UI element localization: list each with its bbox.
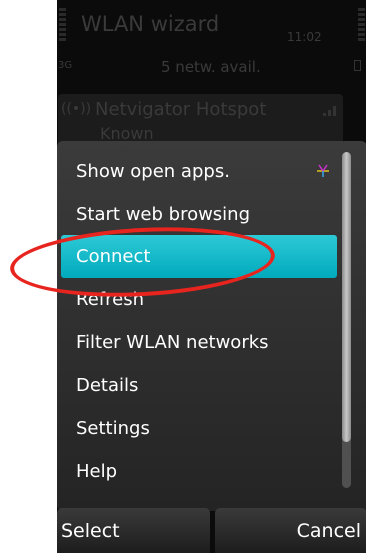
- wifi-antenna-icon: ((•)): [61, 101, 92, 117]
- battery-level-indicator: [358, 8, 365, 43]
- menu-item-show-open-apps[interactable]: Show open apps.: [61, 150, 337, 193]
- menu-item-label: Start web browsing: [76, 204, 251, 225]
- signal-strength-indicator: [59, 8, 66, 43]
- network-type-label: 3G: [58, 60, 73, 71]
- open-apps-icon: [317, 164, 329, 177]
- options-menu: Show open apps. Start web browsing Conne…: [57, 141, 366, 511]
- menu-scrollbar-thumb[interactable]: [342, 152, 351, 442]
- menu-item-details[interactable]: Details: [61, 364, 337, 407]
- menu-item-settings[interactable]: Settings: [61, 407, 337, 450]
- networks-available-status: 5 netw. avail.: [161, 58, 261, 76]
- menu-item-label: Details: [76, 375, 139, 396]
- menu-item-label: Help: [76, 461, 118, 482]
- clock: 11:02: [287, 30, 322, 44]
- network-name: Netvigator Hotspot: [95, 99, 267, 120]
- cancel-softkey[interactable]: Cancel: [215, 508, 366, 553]
- app-title: WLAN wizard: [81, 12, 220, 36]
- signal-bars-icon: [323, 106, 337, 116]
- menu-item-help[interactable]: Help: [61, 450, 337, 493]
- menu-item-label: Show open apps.: [76, 161, 230, 182]
- menu-item-label: Settings: [76, 418, 150, 439]
- battery-icon: [354, 60, 361, 71]
- menu-item-filter-wlan-networks[interactable]: Filter WLAN networks: [61, 321, 337, 364]
- select-softkey[interactable]: Select: [57, 508, 210, 553]
- menu-item-label: Filter WLAN networks: [76, 332, 269, 353]
